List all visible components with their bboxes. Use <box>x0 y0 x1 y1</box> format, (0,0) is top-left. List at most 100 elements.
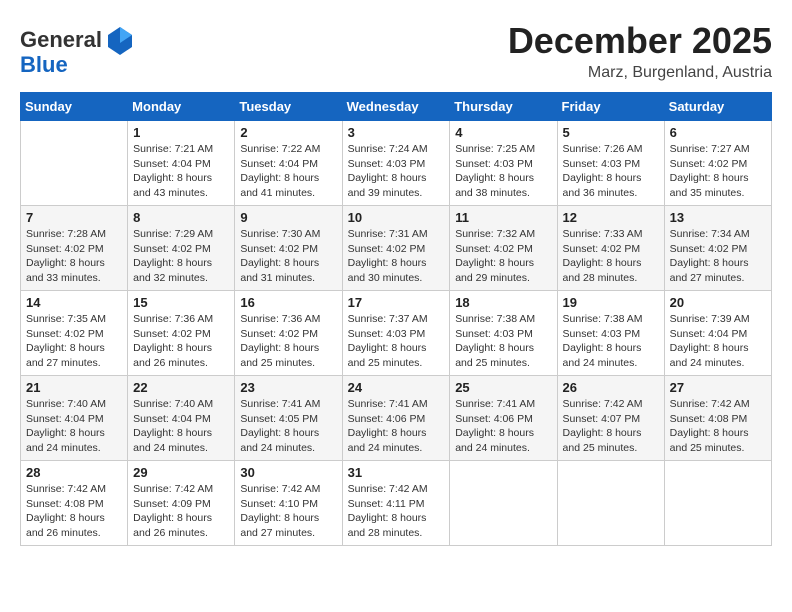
day-info: Sunrise: 7:31 AM Sunset: 4:02 PM Dayligh… <box>348 227 445 286</box>
calendar-cell: 22Sunrise: 7:40 AM Sunset: 4:04 PM Dayli… <box>128 376 235 461</box>
day-of-week-header: Saturday <box>664 93 771 121</box>
calendar-cell: 1 Sunrise: 7:21 AM Sunset: 4:04 PM Daylig… <box>128 121 235 206</box>
calendar-week-row: 21 Sunrise: 7:40 AM Sunset: 4:04 PM Dayli… <box>21 376 772 461</box>
day-number: 19 <box>563 295 659 310</box>
day-number: 28 <box>26 465 122 480</box>
calendar-week-row: 14Sunrise: 7:35 AM Sunset: 4:02 PM Dayli… <box>21 291 772 376</box>
calendar-cell <box>557 461 664 546</box>
day-info: Sunrise: 7:36 AM Sunset: 4:02 PM Dayligh… <box>240 312 336 371</box>
day-number: 16 <box>240 295 336 310</box>
calendar-cell: 13Sunrise: 7:34 AM Sunset: 4:02 PM Dayli… <box>664 206 771 291</box>
calendar: SundayMondayTuesdayWednesdayThursdayFrid… <box>20 92 772 546</box>
day-number: 10 <box>348 210 445 225</box>
day-number: 3 <box>348 125 445 140</box>
day-number: 7 <box>26 210 122 225</box>
calendar-cell: 25Sunrise: 7:41 AM Sunset: 4:06 PM Dayli… <box>450 376 557 461</box>
logo-general: General <box>20 27 102 52</box>
day-info: Sunrise: 7:42 AM Sunset: 4:07 PM Dayligh… <box>563 397 659 456</box>
day-number: 29 <box>133 465 229 480</box>
day-number: 11 <box>455 210 551 225</box>
day-number: 15 <box>133 295 229 310</box>
day-info: Sunrise: 7:38 AM Sunset: 4:03 PM Dayligh… <box>455 312 551 371</box>
month-title: December 2025 <box>508 20 772 62</box>
calendar-cell: 3 Sunrise: 7:24 AM Sunset: 4:03 PM Daylig… <box>342 121 450 206</box>
header: General Blue December 2025 Marz, Burgenl… <box>20 20 772 82</box>
day-info: Sunrise: 7:29 AM Sunset: 4:02 PM Dayligh… <box>133 227 229 286</box>
day-number: 2 <box>240 125 336 140</box>
day-number: 30 <box>240 465 336 480</box>
calendar-week-row: 28 Sunrise: 7:42 AM Sunset: 4:08 PM Dayli… <box>21 461 772 546</box>
day-info: Sunrise: 7:26 AM Sunset: 4:03 PM Dayligh… <box>563 142 659 201</box>
day-of-week-header: Thursday <box>450 93 557 121</box>
calendar-cell: 27Sunrise: 7:42 AM Sunset: 4:08 PM Dayli… <box>664 376 771 461</box>
calendar-cell: 4Sunrise: 7:25 AM Sunset: 4:03 PM Daylig… <box>450 121 557 206</box>
day-info: Sunrise: 7:30 AM Sunset: 4:02 PM Dayligh… <box>240 227 336 286</box>
calendar-cell: 18Sunrise: 7:38 AM Sunset: 4:03 PM Dayli… <box>450 291 557 376</box>
calendar-cell: 11 Sunrise: 7:32 AM Sunset: 4:02 PM Dayli… <box>450 206 557 291</box>
day-number: 26 <box>563 380 659 395</box>
day-number: 8 <box>133 210 229 225</box>
day-info: Sunrise: 7:38 AM Sunset: 4:03 PM Dayligh… <box>563 312 659 371</box>
day-info: Sunrise: 7:42 AM Sunset: 4:08 PM Dayligh… <box>26 482 122 541</box>
day-number: 17 <box>348 295 445 310</box>
calendar-cell: 15 Sunrise: 7:36 AM Sunset: 4:02 PM Dayli… <box>128 291 235 376</box>
calendar-cell: 23 Sunrise: 7:41 AM Sunset: 4:05 PM Dayli… <box>235 376 342 461</box>
logo-icon <box>104 25 136 57</box>
calendar-cell: 29 Sunrise: 7:42 AM Sunset: 4:09 PM Dayli… <box>128 461 235 546</box>
calendar-cell: 10 Sunrise: 7:31 AM Sunset: 4:02 PM Dayli… <box>342 206 450 291</box>
calendar-cell: 9 Sunrise: 7:30 AM Sunset: 4:02 PM Daylig… <box>235 206 342 291</box>
calendar-cell: 21 Sunrise: 7:40 AM Sunset: 4:04 PM Dayli… <box>21 376 128 461</box>
day-info: Sunrise: 7:28 AM Sunset: 4:02 PM Dayligh… <box>26 227 122 286</box>
day-number: 27 <box>670 380 766 395</box>
days-of-week-row: SundayMondayTuesdayWednesdayThursdayFrid… <box>21 93 772 121</box>
calendar-cell: 26 Sunrise: 7:42 AM Sunset: 4:07 PM Dayli… <box>557 376 664 461</box>
logo: General Blue <box>20 25 136 77</box>
day-number: 4 <box>455 125 551 140</box>
day-info: Sunrise: 7:22 AM Sunset: 4:04 PM Dayligh… <box>240 142 336 201</box>
calendar-cell: 2 Sunrise: 7:22 AM Sunset: 4:04 PM Daylig… <box>235 121 342 206</box>
day-number: 9 <box>240 210 336 225</box>
day-info: Sunrise: 7:41 AM Sunset: 4:06 PM Dayligh… <box>455 397 551 456</box>
day-number: 20 <box>670 295 766 310</box>
day-number: 23 <box>240 380 336 395</box>
calendar-cell: 30Sunrise: 7:42 AM Sunset: 4:10 PM Dayli… <box>235 461 342 546</box>
calendar-cell: 24 Sunrise: 7:41 AM Sunset: 4:06 PM Dayli… <box>342 376 450 461</box>
day-number: 21 <box>26 380 122 395</box>
day-info: Sunrise: 7:32 AM Sunset: 4:02 PM Dayligh… <box>455 227 551 286</box>
calendar-body: 1 Sunrise: 7:21 AM Sunset: 4:04 PM Daylig… <box>21 121 772 546</box>
calendar-cell: 28 Sunrise: 7:42 AM Sunset: 4:08 PM Dayli… <box>21 461 128 546</box>
calendar-cell: 12 Sunrise: 7:33 AM Sunset: 4:02 PM Dayli… <box>557 206 664 291</box>
day-info: Sunrise: 7:39 AM Sunset: 4:04 PM Dayligh… <box>670 312 766 371</box>
calendar-cell: 20 Sunrise: 7:39 AM Sunset: 4:04 PM Dayli… <box>664 291 771 376</box>
day-info: Sunrise: 7:41 AM Sunset: 4:05 PM Dayligh… <box>240 397 336 456</box>
calendar-cell: 8 Sunrise: 7:29 AM Sunset: 4:02 PM Daylig… <box>128 206 235 291</box>
title-section: December 2025 Marz, Burgenland, Austria <box>508 20 772 82</box>
calendar-cell <box>21 121 128 206</box>
day-of-week-header: Friday <box>557 93 664 121</box>
day-of-week-header: Tuesday <box>235 93 342 121</box>
day-info: Sunrise: 7:40 AM Sunset: 4:04 PM Dayligh… <box>26 397 122 456</box>
day-info: Sunrise: 7:36 AM Sunset: 4:02 PM Dayligh… <box>133 312 229 371</box>
day-info: Sunrise: 7:24 AM Sunset: 4:03 PM Dayligh… <box>348 142 445 201</box>
day-info: Sunrise: 7:42 AM Sunset: 4:11 PM Dayligh… <box>348 482 445 541</box>
day-number: 12 <box>563 210 659 225</box>
day-info: Sunrise: 7:27 AM Sunset: 4:02 PM Dayligh… <box>670 142 766 201</box>
day-info: Sunrise: 7:41 AM Sunset: 4:06 PM Dayligh… <box>348 397 445 456</box>
day-of-week-header: Sunday <box>21 93 128 121</box>
day-info: Sunrise: 7:34 AM Sunset: 4:02 PM Dayligh… <box>670 227 766 286</box>
logo-blue: Blue <box>20 52 68 77</box>
day-info: Sunrise: 7:21 AM Sunset: 4:04 PM Dayligh… <box>133 142 229 201</box>
calendar-cell: 31Sunrise: 7:42 AM Sunset: 4:11 PM Dayli… <box>342 461 450 546</box>
day-info: Sunrise: 7:33 AM Sunset: 4:02 PM Dayligh… <box>563 227 659 286</box>
calendar-cell: 7 Sunrise: 7:28 AM Sunset: 4:02 PM Daylig… <box>21 206 128 291</box>
location-title: Marz, Burgenland, Austria <box>508 64 772 82</box>
calendar-week-row: 1 Sunrise: 7:21 AM Sunset: 4:04 PM Daylig… <box>21 121 772 206</box>
day-info: Sunrise: 7:40 AM Sunset: 4:04 PM Dayligh… <box>133 397 229 456</box>
day-of-week-header: Monday <box>128 93 235 121</box>
calendar-cell: 17Sunrise: 7:37 AM Sunset: 4:03 PM Dayli… <box>342 291 450 376</box>
calendar-cell: 5Sunrise: 7:26 AM Sunset: 4:03 PM Daylig… <box>557 121 664 206</box>
day-number: 1 <box>133 125 229 140</box>
calendar-week-row: 7 Sunrise: 7:28 AM Sunset: 4:02 PM Daylig… <box>21 206 772 291</box>
day-number: 24 <box>348 380 445 395</box>
day-info: Sunrise: 7:42 AM Sunset: 4:09 PM Dayligh… <box>133 482 229 541</box>
